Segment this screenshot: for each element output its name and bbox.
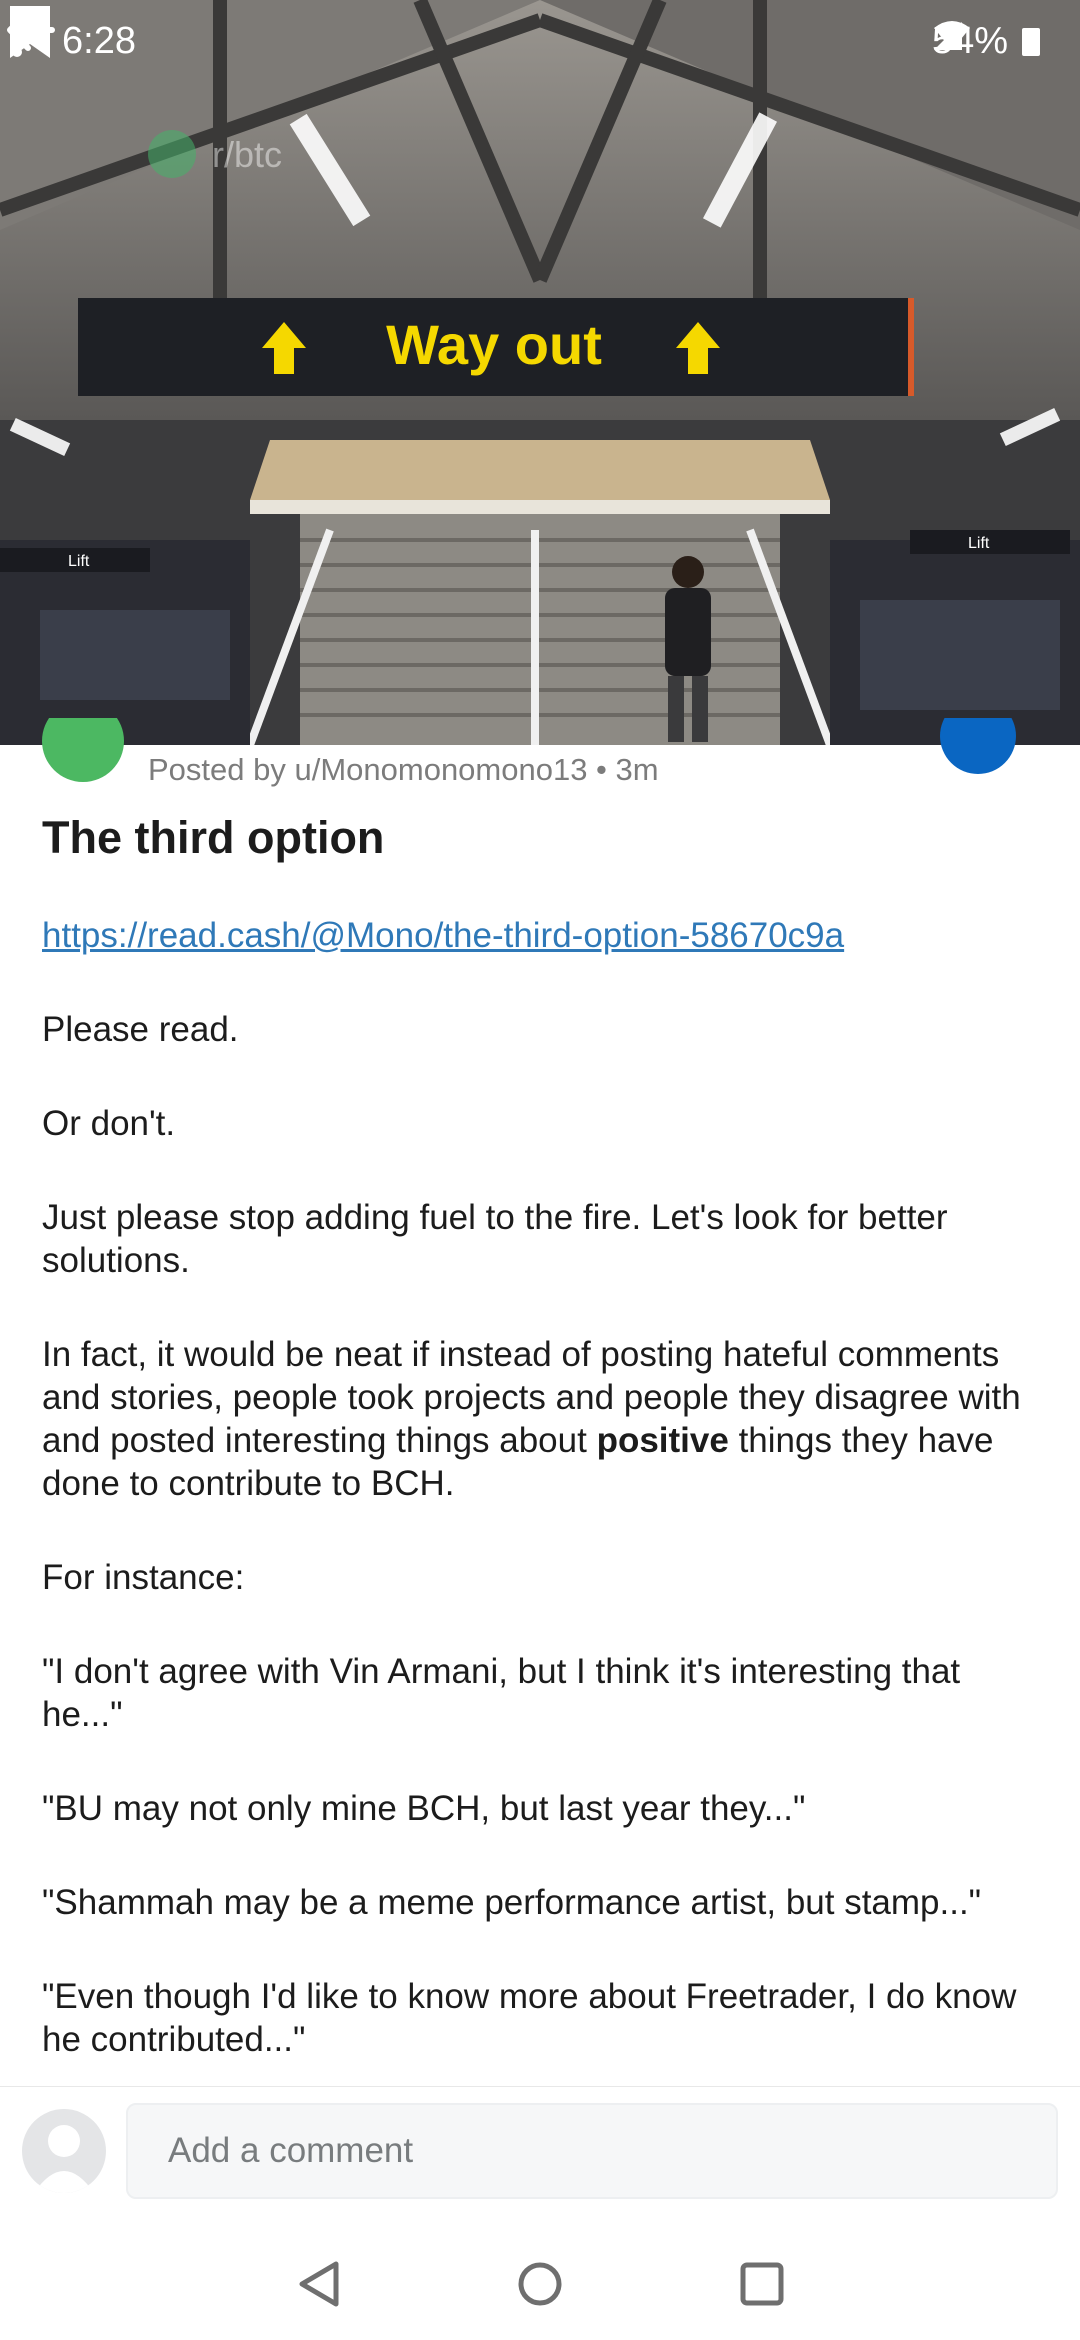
right-lift-sign: Lift <box>968 535 990 552</box>
system-nav-bar <box>0 2220 1080 2340</box>
subreddit-avatar-small[interactable] <box>148 130 196 178</box>
bold-word: positive <box>596 1421 729 1460</box>
left-lift-sign: Lift <box>68 553 90 570</box>
body-paragraph: Just please stop adding fuel to the fire… <box>42 1198 948 1280</box>
post-link[interactable]: https://read.cash/@Mono/the-third-option… <box>42 916 844 956</box>
body-paragraph: In fact, it would be neat if instead of … <box>42 1335 1021 1503</box>
nav-recents-icon[interactable] <box>734 2256 790 2312</box>
sign-text: Way out <box>386 313 602 376</box>
body-paragraph: "I don't agree with Vin Armani, but I th… <box>42 1652 961 1734</box>
nav-home-icon[interactable] <box>512 2256 568 2312</box>
signal-icon <box>933 22 962 50</box>
more-vertical-icon[interactable] <box>0 0 34 64</box>
subreddit-name[interactable]: r/btc <box>212 134 282 176</box>
body-paragraph: Or don't. <box>42 1104 176 1143</box>
post-title: The third option <box>42 812 385 863</box>
station-photo: Way out Lift Lift <box>0 0 1080 745</box>
status-time: 6:28 <box>62 20 136 62</box>
post-author-line[interactable]: Posted by u/Monomonomono13 • 3m <box>148 752 659 788</box>
post-body: Please read. Or don't. Just please stop … <box>42 1008 1042 2112</box>
comment-bar: Add a comment <box>0 2086 1080 2220</box>
body-paragraph: "Even though I'd like to know more about… <box>42 1977 1017 2059</box>
user-silhouette-icon <box>34 2125 94 2193</box>
subreddit-icon[interactable] <box>42 718 124 782</box>
status-bar: 6:28 54% <box>0 0 1080 78</box>
join-button[interactable] <box>940 718 1016 774</box>
comment-input[interactable]: Add a comment <box>126 2103 1058 2199</box>
body-paragraph: "BU may not only mine BCH, but last year… <box>42 1789 806 1828</box>
nav-back-icon[interactable] <box>292 2256 348 2312</box>
user-avatar[interactable] <box>22 2109 106 2193</box>
battery-icon <box>1022 27 1040 56</box>
post-header-image: Way out Lift Lift 6:28 54% r/btc <box>0 0 1080 745</box>
body-paragraph: "Shammah may be a meme performance artis… <box>42 1883 982 1922</box>
body-paragraph: For instance: <box>42 1558 245 1597</box>
body-paragraph: Please read. <box>42 1010 239 1049</box>
